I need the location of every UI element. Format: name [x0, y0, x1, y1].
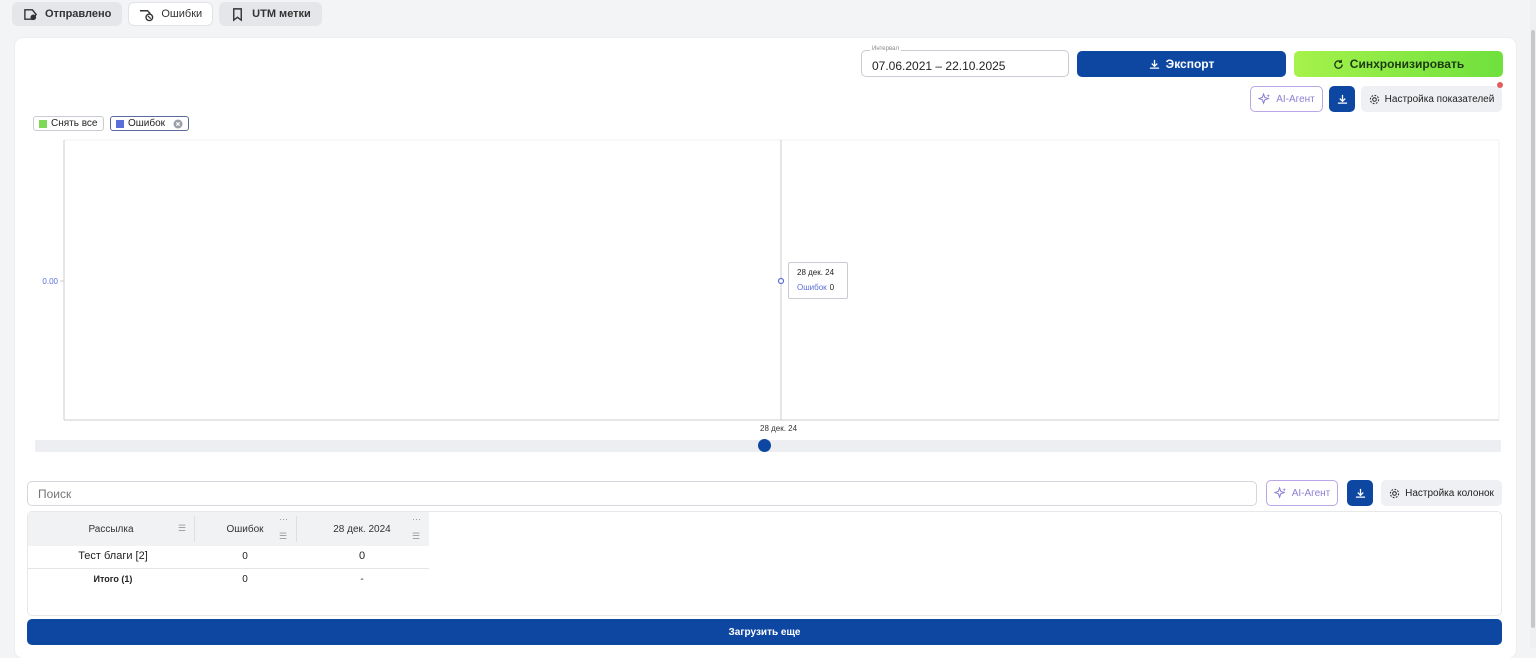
legend-color-swatch: [39, 119, 47, 128]
tooltip-date: 28 дек. 24: [797, 268, 835, 277]
download-icon: [1337, 94, 1347, 104]
remove-chip-icon[interactable]: [173, 119, 183, 129]
ai-agent-label: AI-Агент: [1291, 487, 1331, 499]
x-tick-label: 28 дек. 24: [760, 424, 798, 433]
tooltip-value: 0: [829, 283, 835, 292]
columns-settings-label: Настройка колонок: [1405, 487, 1494, 499]
export-button[interactable]: Экспорт: [1077, 51, 1286, 77]
gear-icon: [1389, 488, 1400, 498]
column-more-icon[interactable]: ⋯: [279, 514, 288, 525]
notification-dot: [1497, 82, 1503, 88]
legend-color-swatch: [116, 119, 124, 128]
error-send-icon: [140, 9, 154, 21]
date-slider-handle[interactable]: [758, 439, 771, 452]
download-chart-button[interactable]: [1329, 86, 1355, 112]
sparkle-icon: [1258, 92, 1271, 105]
column-menu-icon[interactable]: ☰: [279, 531, 287, 542]
deselect-all-chip[interactable]: Снять все: [33, 116, 104, 131]
table-ai-agent-button[interactable]: AI-Агент: [1266, 480, 1338, 506]
download-icon: [1149, 59, 1159, 69]
date-range-value: 07.06.2021 – 22.10.2025: [872, 59, 1006, 73]
load-more-button[interactable]: Загрузить еще: [27, 619, 1502, 645]
refresh-icon: [1334, 59, 1343, 69]
total-label: Итого (1): [93, 574, 133, 584]
report-table: Рассылка ☰ Ошибок ⋯ ☰ 28 дек. 2024 ⋯ ☰ Т…: [27, 511, 1502, 616]
deselect-all-label: Снять все: [51, 118, 98, 129]
sparkle-icon: [1273, 486, 1286, 499]
date-range-label: Интервал: [870, 46, 901, 52]
table-cell-mailing: Тест благи [2]: [78, 550, 148, 562]
table-header: Рассылка ☰ Ошибок ⋯ ☰ 28 дек. 2024 ⋯ ☰: [28, 512, 429, 546]
series-chip-label: Ошибок: [128, 118, 166, 129]
page-scrollbar[interactable]: [1530, 0, 1536, 648]
series-chip-errors[interactable]: Ошибок: [110, 116, 190, 131]
report-tabs: Отправлено Ошибки UTM метки: [12, 2, 322, 26]
tab-utm[interactable]: UTM метки: [219, 2, 322, 26]
tooltip-series: Ошибок: [797, 283, 827, 292]
ai-agent-label: AI-Агент: [1276, 93, 1315, 105]
column-menu-icon[interactable]: ☰: [412, 531, 420, 542]
metrics-settings-label: Настройка показателей: [1384, 93, 1495, 105]
export-label: Экспорт: [1165, 57, 1215, 71]
date-range-field[interactable]: Интервал 07.06.2021 – 22.10.2025: [861, 46, 1069, 77]
search-input[interactable]: [27, 481, 1257, 506]
tab-label: UTM метки: [252, 8, 311, 20]
send-icon: [24, 8, 38, 20]
gear-icon: [1369, 94, 1379, 104]
total-date: -: [360, 574, 364, 585]
table-cell-date: 0: [358, 550, 366, 562]
sync-label: Синхронизировать: [1349, 57, 1465, 71]
tab-label: Ошибки: [161, 8, 203, 20]
load-more-label: Загрузить еще: [728, 626, 801, 638]
scrollbar-thumb[interactable]: [1531, 30, 1535, 628]
tab-errors[interactable]: Ошибки: [128, 2, 214, 26]
total-errors: 0: [242, 574, 248, 585]
table-cell-errors: 0: [242, 551, 248, 562]
tab-sent[interactable]: Отправлено: [12, 2, 123, 26]
column-menu-icon[interactable]: ☰: [178, 523, 186, 534]
sync-button[interactable]: Синхронизировать: [1294, 51, 1503, 77]
download-table-button[interactable]: [1347, 480, 1373, 506]
chart-tooltip: 28 дек. 24 Ошибок 0: [788, 262, 848, 299]
column-more-icon[interactable]: ⋯: [412, 514, 421, 525]
metrics-settings-button[interactable]: Настройка показателей: [1361, 86, 1502, 112]
columns-settings-button[interactable]: Настройка колонок: [1381, 480, 1502, 506]
tab-label: Отправлено: [45, 8, 112, 20]
ai-agent-button[interactable]: AI-Агент: [1250, 86, 1323, 112]
bookmark-icon: [233, 7, 243, 22]
column-header-mailing[interactable]: Рассылка: [28, 512, 194, 546]
column-header-date[interactable]: 28 дек. 2024: [297, 512, 427, 546]
row-divider: [28, 568, 429, 569]
download-icon: [1355, 488, 1365, 498]
